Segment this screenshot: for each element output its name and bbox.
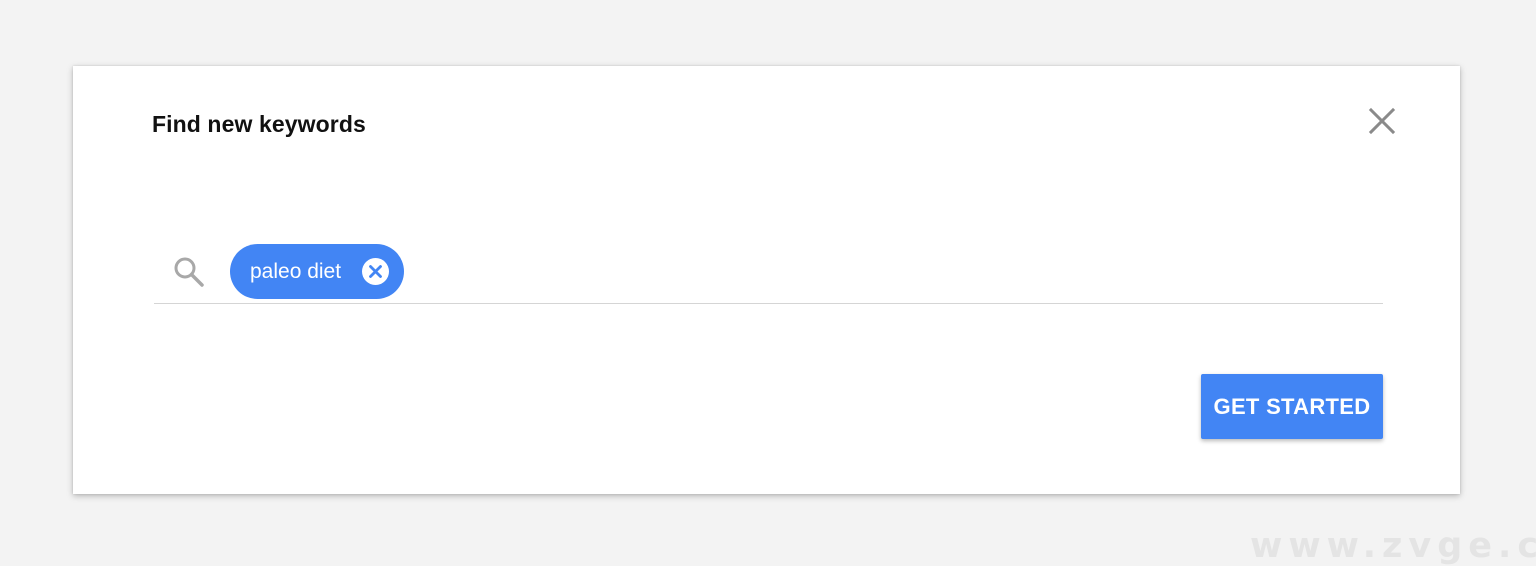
close-icon xyxy=(1368,107,1396,135)
get-started-button[interactable]: GET STARTED xyxy=(1201,374,1383,439)
dialog-title: Find new keywords xyxy=(152,111,366,137)
keyword-chip[interactable]: paleo diet xyxy=(230,244,404,299)
chip-remove-button[interactable] xyxy=(362,258,389,285)
close-button[interactable] xyxy=(1367,106,1397,136)
input-underline xyxy=(154,303,1383,304)
keyword-search-field[interactable]: paleo diet xyxy=(154,243,1383,304)
keyword-dialog: Find new keywords paleo diet GET STARTED xyxy=(73,66,1460,494)
watermark: www.zvge.cn xyxy=(1250,526,1536,566)
cancel-circle-icon xyxy=(362,258,389,285)
keyword-chip-label: paleo diet xyxy=(250,259,342,283)
search-icon xyxy=(172,255,206,289)
